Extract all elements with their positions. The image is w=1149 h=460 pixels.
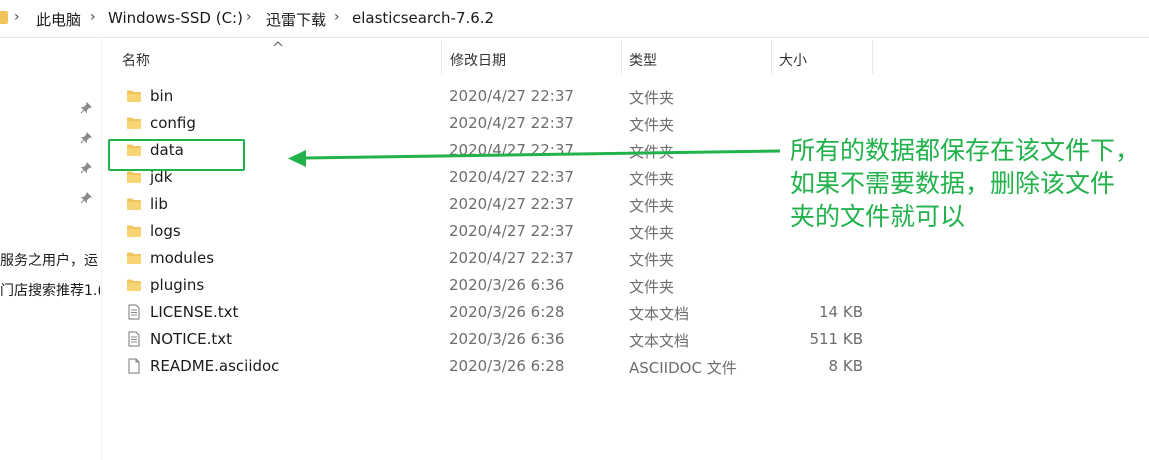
annotation-line: 所有的数据都保存在该文件下， [790,136,1141,165]
chevron-right-icon[interactable]: › [246,9,252,25]
file-row[interactable]: plugins 2020/3/26 6:36 文件夹 [118,272,878,299]
highlight-box [108,139,245,171]
breadcrumb-current-folder[interactable]: elasticsearch-7.6.2 [352,9,494,27]
file-date: 2020/3/26 6:36 [449,276,565,294]
column-separator[interactable] [872,40,873,74]
file-icon [126,358,142,374]
file-size: 14 KB [819,303,863,321]
text-file-icon [126,331,142,347]
file-date: 2020/4/27 22:37 [449,87,574,105]
annotation-line: 如果不需要数据，删除该文件 [790,169,1116,198]
file-name: LICENSE.txt [150,303,239,321]
file-name: NOTICE.txt [150,330,232,348]
column-header-date[interactable]: 修改日期 [442,40,620,74]
folder-icon [126,196,142,212]
file-row[interactable]: bin 2020/4/27 22:37 文件夹 [118,83,878,110]
column-header-label: 修改日期 [450,53,506,69]
nav-item-quick-access[interactable]: 门店搜索推荐1.( [0,280,100,300]
chevron-right-icon[interactable]: › [14,9,20,25]
address-bar[interactable]: › 此电脑 › Windows-SSD (C:) › 迅雷下载 › elasti… [0,0,1149,38]
file-date: 2020/3/26 6:36 [449,330,565,348]
folder-icon [126,277,142,293]
chevron-right-icon[interactable]: › [334,9,340,25]
navigation-pane: 服务之用户，运 门店搜索推荐1.( [0,38,100,460]
file-name: config [150,114,196,132]
folder-icon [126,250,142,266]
chevron-right-icon[interactable]: › [90,9,96,25]
breadcrumb-this-pc[interactable]: 此电脑 [36,9,81,30]
folder-icon [126,115,142,131]
breadcrumb-drive[interactable]: Windows-SSD (C:) [108,9,243,27]
file-row[interactable]: NOTICE.txt 2020/3/26 6:36 文本文档 511 KB [118,326,878,353]
file-type: 文本文档 [629,332,690,350]
file-date: 2020/3/26 6:28 [449,357,565,375]
pin-icon[interactable] [80,102,92,114]
column-header-label: 大小 [779,53,807,69]
file-name: logs [150,222,181,240]
file-date: 2020/4/27 22:37 [449,195,574,213]
column-header-label: 类型 [629,53,657,69]
pane-divider[interactable] [101,38,102,460]
folder-icon [126,223,142,239]
column-header-name[interactable]: 名称 [104,40,440,74]
file-type: 文本文档 [629,305,690,323]
pin-icon[interactable] [80,132,92,144]
file-row[interactable]: README.asciidoc 2020/3/26 6:28 ASCIIDOC 文件… [118,353,878,380]
file-name: plugins [150,276,205,294]
file-date: 2020/4/27 22:37 [449,114,574,132]
column-header-type[interactable]: 类型 [622,40,770,74]
file-type: 文件夹 [629,197,675,215]
file-name: modules [150,249,215,267]
file-type: ASCIIDOC 文件 [629,359,737,377]
file-row[interactable]: LICENSE.txt 2020/3/26 6:28 文本文档 14 KB [118,299,878,326]
annotation-arrow [288,149,781,167]
file-date: 2020/3/26 6:28 [449,303,565,321]
column-header-label: 名称 [122,53,150,69]
file-type: 文件夹 [629,251,675,269]
file-type: 文件夹 [629,89,675,107]
annotation-note: 所有的数据都保存在该文件下， 如果不需要数据，删除该文件 夹的文件就可以 [790,134,1149,233]
breadcrumb-downloads[interactable]: 迅雷下载 [266,9,326,30]
file-name: README.asciidoc [150,357,280,375]
file-name: bin [150,87,174,105]
folder-icon [126,88,142,104]
folder-icon [126,169,142,185]
pin-icon[interactable] [80,162,92,174]
nav-item-quick-access[interactable]: 服务之用户，运 [0,250,100,270]
file-date: 2020/4/27 22:37 [449,249,574,267]
pin-icon[interactable] [80,192,92,204]
text-file-icon [126,304,142,320]
file-row[interactable]: modules 2020/4/27 22:37 文件夹 [118,245,878,272]
file-row[interactable]: lib 2020/4/27 22:37 文件夹 [118,191,878,218]
file-type: 文件夹 [629,116,675,134]
file-row[interactable]: config 2020/4/27 22:37 文件夹 [118,110,878,137]
column-header-size[interactable]: 大小 [772,40,872,74]
file-date: 2020/4/27 22:37 [449,222,574,240]
folder-icon [0,11,8,24]
file-size: 8 KB [828,357,863,375]
file-name: lib [150,195,168,213]
file-row[interactable]: logs 2020/4/27 22:37 文件夹 [118,218,878,245]
file-type: 文件夹 [629,224,675,242]
file-size: 511 KB [809,330,863,348]
annotation-line: 夹的文件就可以 [790,202,966,231]
file-type: 文件夹 [629,278,675,296]
